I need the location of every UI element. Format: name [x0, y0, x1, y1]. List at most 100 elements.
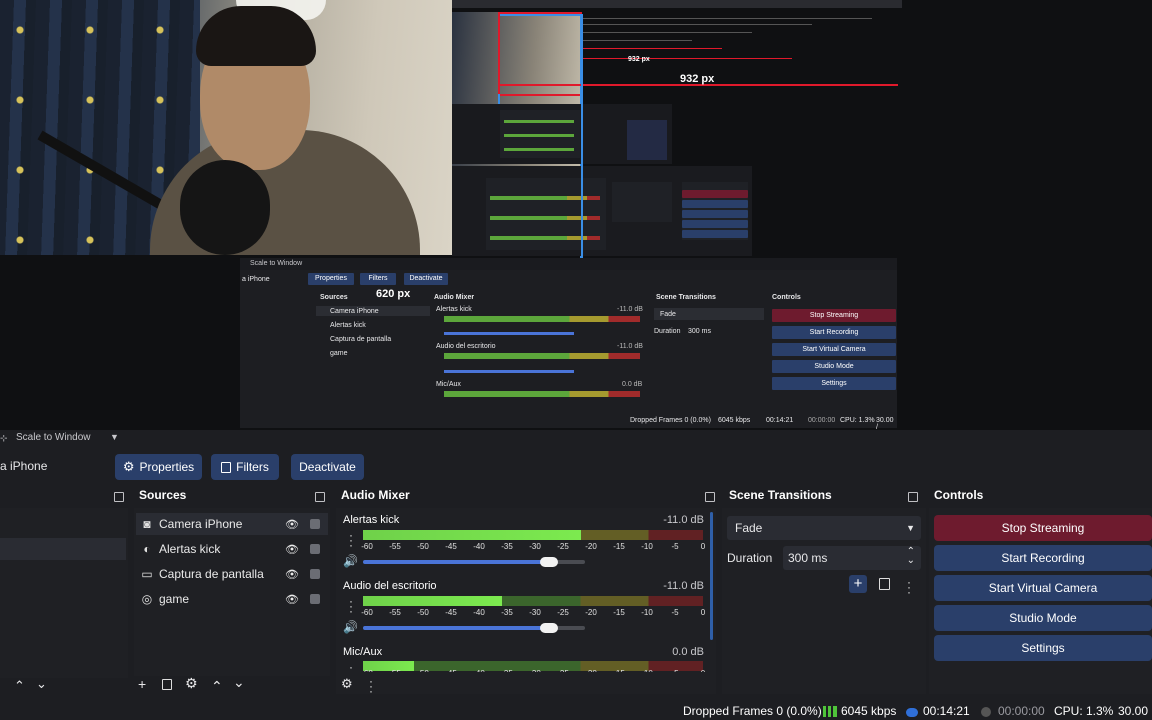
- volume-slider-knob[interactable]: [540, 623, 559, 633]
- dock-float-icon[interactable]: [114, 492, 124, 502]
- move-up-icon[interactable]: ⌃: [211, 678, 223, 695]
- meter-tick-label: -40: [473, 669, 485, 672]
- trash-icon[interactable]: [879, 578, 890, 590]
- add-icon[interactable]: +: [138, 676, 146, 692]
- properties-button[interactable]: ⚙ Properties: [115, 454, 202, 480]
- deactivate-button[interactable]: Deactivate: [291, 454, 364, 480]
- lock-icon[interactable]: [310, 519, 320, 529]
- mixer-toolbar: ⚙ · · ·: [336, 675, 396, 697]
- volume-meter: [363, 596, 703, 606]
- dimension-label: 932 px: [628, 56, 650, 63]
- meter-tick-label: -10: [641, 542, 653, 551]
- lock-icon[interactable]: [310, 544, 320, 554]
- stop-streaming-button[interactable]: Stop Streaming: [934, 515, 1152, 541]
- move-down-icon[interactable]: ⌄: [233, 674, 245, 691]
- start-recording-button[interactable]: Start Recording: [934, 545, 1152, 571]
- preview-canvas[interactable]: 932 px 932 px Scale to Window a iPhone P…: [0, 0, 1152, 430]
- dimension-line-vertical: [498, 14, 500, 94]
- settings-button[interactable]: Settings: [934, 635, 1152, 661]
- gear-icon[interactable]: ⚙: [185, 675, 198, 692]
- lock-icon[interactable]: [310, 569, 320, 579]
- transition-select[interactable]: Fade ▼: [727, 516, 921, 540]
- source-item[interactable]: ◙ Camera iPhone 👁: [140, 513, 325, 535]
- meter-tick-label: -45: [445, 608, 457, 617]
- meter-tick-label: -5: [671, 669, 678, 672]
- mixer-channel: Audio del escritorio -11.0 dB · · · -60 -55…: [338, 578, 708, 638]
- volume-slider[interactable]: [363, 560, 550, 564]
- kebab-menu-icon[interactable]: · ·: [346, 661, 356, 672]
- meter-tick-label: -50: [417, 542, 429, 551]
- status-bar: [0, 700, 1152, 720]
- eye-icon[interactable]: 👁: [285, 518, 299, 531]
- studio-mode-button[interactable]: Studio Mode: [934, 605, 1152, 631]
- add-transition-button[interactable]: +: [849, 575, 867, 593]
- camera-icon: ◙: [143, 517, 151, 531]
- meter-tick-label: -15: [613, 542, 625, 551]
- kebab-menu-icon[interactable]: · · ·: [346, 529, 356, 551]
- source-context-bar: a iPhone ⚙ Properties Filters Deactivate: [0, 452, 1152, 482]
- move-down-icon[interactable]: ⌄: [36, 676, 47, 692]
- scenes-toolbar: ⌃ ⌄: [0, 676, 128, 694]
- spin-down-icon[interactable]: ⌄: [907, 555, 915, 566]
- dock-float-icon[interactable]: [705, 492, 715, 502]
- source-item[interactable]: ◐ Alertas kick 👁: [140, 538, 325, 560]
- duration-spinbox[interactable]: 300 ms ⌃ ⌄: [783, 546, 921, 570]
- mixer-channel: Mic/Aux 0.0 dB ·· -60-55-50-45-40-35-30-…: [338, 644, 708, 672]
- volume-meter: [363, 530, 703, 540]
- dock-float-icon[interactable]: [908, 492, 918, 502]
- browser-icon: ◐: [143, 542, 151, 556]
- dock-float-icon[interactable]: [315, 492, 325, 502]
- meter-level: [363, 530, 581, 540]
- meter-tick-label: 0: [700, 542, 706, 551]
- meter-tick-label: 0: [701, 669, 705, 672]
- meter-inactive: [580, 530, 703, 540]
- channel-name: Audio del escritorio: [343, 580, 437, 592]
- lock-icon[interactable]: [310, 594, 320, 604]
- scene-transitions-title: Scene Transitions: [729, 488, 832, 502]
- channel-name: Alertas kick: [343, 514, 400, 526]
- eye-icon[interactable]: 👁: [285, 593, 299, 606]
- selection-outline: [240, 14, 583, 272]
- meter-scale: -60-55-50-45-40-35-30-25-20-15-10-50: [361, 669, 708, 672]
- scenes-panel: [0, 508, 128, 678]
- scale-dropdown[interactable]: Scale to Window: [16, 432, 90, 443]
- meter-tick-label: -50: [417, 669, 429, 672]
- meter-tick-label: -50: [417, 608, 429, 617]
- meter-tick-label: -25: [557, 669, 569, 672]
- meter-inactive: [502, 596, 703, 606]
- volume-slider-knob[interactable]: [540, 557, 559, 567]
- trash-icon[interactable]: [162, 679, 172, 690]
- channel-db: -11.0 dB: [663, 580, 704, 592]
- kebab-menu-icon[interactable]: · · ·: [904, 576, 914, 598]
- source-item[interactable]: ▭ Captura de pantalla 👁: [140, 563, 325, 585]
- mixer-scrollbar[interactable]: [710, 512, 713, 640]
- signal-icon: [823, 706, 837, 717]
- start-virtual-camera-button[interactable]: Start Virtual Camera: [934, 575, 1152, 601]
- move-up-icon[interactable]: ⌃: [14, 678, 25, 694]
- channel-name: Mic/Aux: [343, 646, 383, 658]
- eye-icon[interactable]: 👁: [285, 543, 299, 556]
- speaker-icon[interactable]: 🔊: [343, 554, 358, 568]
- kebab-menu-icon[interactable]: · · ·: [346, 595, 356, 617]
- gear-icon: ⚙: [122, 459, 135, 474]
- mixer-channel: Alertas kick -11.0 dB · · · -60 -55 -50 -45 -4…: [338, 512, 708, 572]
- monitor-icon: ▭: [141, 567, 153, 581]
- stream-status-icon: [906, 708, 918, 717]
- fps: 30.00 /: [1118, 704, 1149, 720]
- dimension-label: 620 px: [376, 288, 411, 300]
- volume-slider[interactable]: [363, 626, 550, 630]
- speaker-icon[interactable]: 🔊: [343, 620, 358, 634]
- filters-button[interactable]: Filters: [211, 454, 279, 480]
- meter-tick-label: -45: [445, 669, 457, 672]
- meter-tick-label: -15: [613, 669, 625, 672]
- kebab-menu-icon[interactable]: · · ·: [366, 675, 376, 697]
- chevron-down-icon[interactable]: ▼: [110, 432, 119, 442]
- selected-source-name: a iPhone: [0, 459, 48, 473]
- gear-icon[interactable]: ⚙: [341, 676, 353, 692]
- controls-title: Controls: [934, 488, 984, 502]
- eye-icon[interactable]: 👁: [285, 568, 299, 581]
- scene-item-selected[interactable]: [0, 538, 126, 560]
- sources-toolbar: + ⚙ ⌃ ⌄: [134, 674, 330, 695]
- source-item[interactable]: ◎ game 👁: [140, 588, 325, 610]
- preview-toolbar: ⊹ Scale to Window ▼: [0, 430, 1152, 446]
